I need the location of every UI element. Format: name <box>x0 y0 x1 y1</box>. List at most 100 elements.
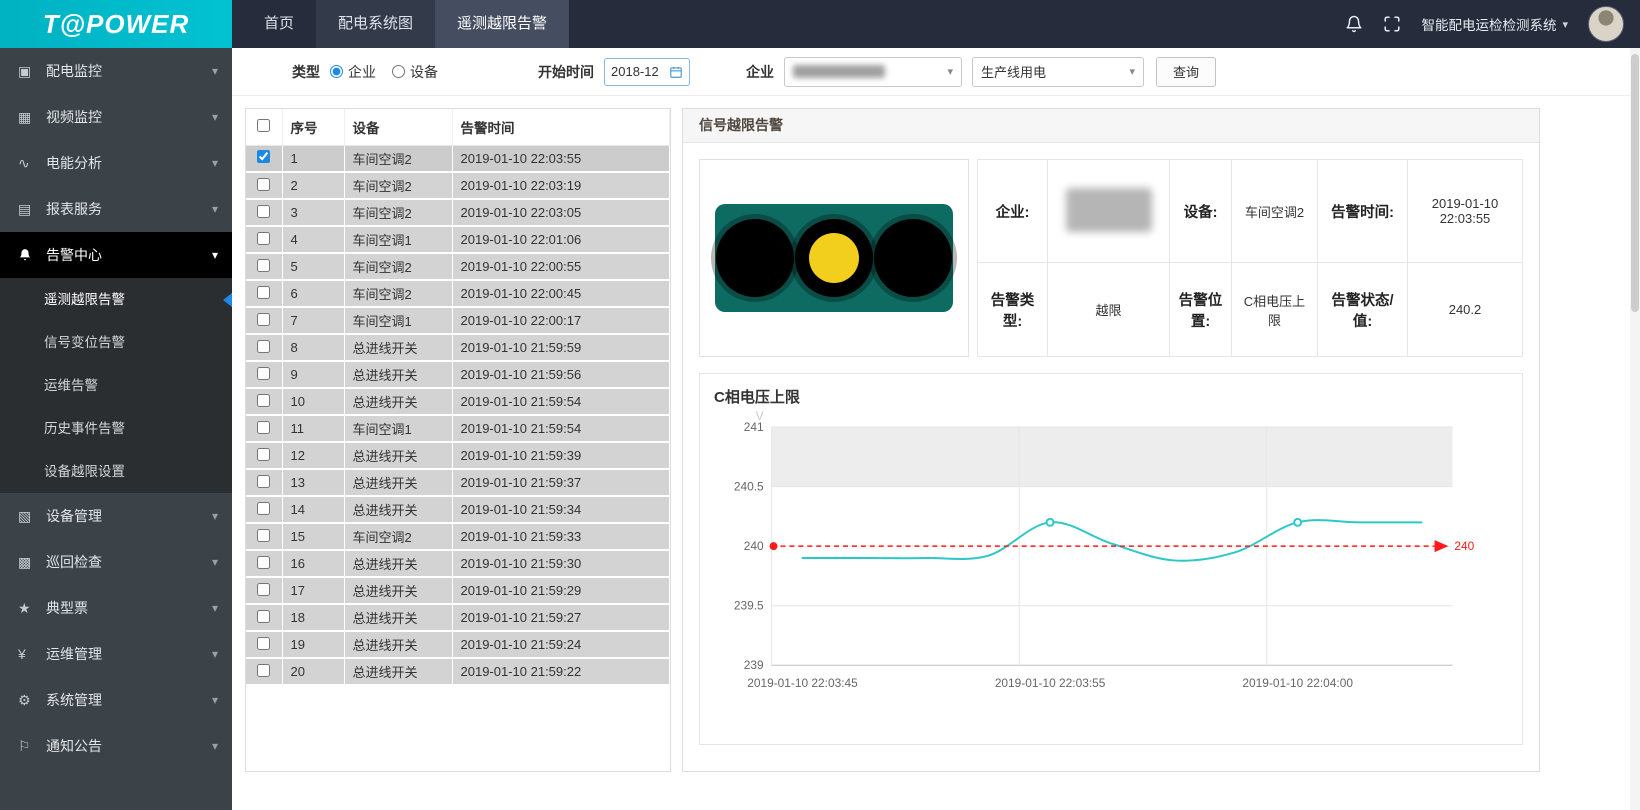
table-row[interactable]: 5 车间空调2 2019-01-10 22:00:55 <box>246 253 670 280</box>
calendar-icon[interactable] <box>669 65 683 79</box>
cell-no: 19 <box>282 631 344 658</box>
table-row[interactable]: 17 总进线开关 2019-01-10 21:59:29 <box>246 577 670 604</box>
fullscreen-icon[interactable] <box>1383 15 1401 33</box>
sidebar-item-notice[interactable]: ⚐ 通知公告 ▾ <box>0 723 232 769</box>
table-row[interactable]: 16 总进线开关 2019-01-10 21:59:30 <box>246 550 670 577</box>
row-checkbox[interactable] <box>257 367 270 380</box>
row-checkbox[interactable] <box>257 421 270 434</box>
table-row[interactable]: 1 车间空调2 2019-01-10 22:03:55 <box>246 145 670 172</box>
table-row[interactable]: 11 车间空调1 2019-01-10 21:59:54 <box>246 415 670 442</box>
sidebar-item-patrol-inspection[interactable]: ▩ 巡回检查 ▾ <box>0 539 232 585</box>
table-row[interactable]: 3 车间空调2 2019-01-10 22:03:05 <box>246 199 670 226</box>
sidebar-item-device-management[interactable]: ▧ 设备管理 ▾ <box>0 493 232 539</box>
query-button[interactable]: 查询 <box>1156 57 1216 87</box>
table-header-row: 序号 设备 告警时间 <box>246 109 670 145</box>
row-checkbox[interactable] <box>257 637 270 650</box>
cell-time: 2019-01-10 21:59:59 <box>452 334 670 361</box>
row-checkbox[interactable] <box>257 205 270 218</box>
table-row[interactable]: 10 总进线开关 2019-01-10 21:59:54 <box>246 388 670 415</box>
notification-bell-icon[interactable] <box>1345 15 1363 33</box>
type-radio-0[interactable]: 企业 <box>330 62 376 82</box>
row-checkbox[interactable] <box>257 232 270 245</box>
cell-time: 2019-01-10 22:03:05 <box>452 199 670 226</box>
svg-text:2019-01-10 22:04:00: 2019-01-10 22:04:00 <box>1242 676 1353 690</box>
start-time-input[interactable]: 2018-12 <box>604 58 690 86</box>
cell-no: 18 <box>282 604 344 631</box>
table-row[interactable]: 2 车间空调2 2019-01-10 22:03:19 <box>246 172 670 199</box>
row-checkbox[interactable] <box>257 583 270 596</box>
select-all-checkbox[interactable] <box>257 119 270 132</box>
cell-time: 2019-01-10 21:59:27 <box>452 604 670 631</box>
cell-no: 1 <box>282 145 344 172</box>
sidebar-item-alarm-center[interactable]: 告警中心 ▾ <box>0 232 232 278</box>
row-checkbox[interactable] <box>257 313 270 326</box>
chevron-down-icon: ▾ <box>212 110 218 124</box>
chevron-down-icon: ▾ <box>212 555 218 569</box>
row-checkbox[interactable] <box>257 340 270 353</box>
row-checkbox[interactable] <box>257 178 270 191</box>
sidebar-item-video-monitor[interactable]: ▦ 视频监控 ▾ <box>0 94 232 140</box>
type-radio-input-1[interactable] <box>392 65 405 78</box>
nav-tab-0[interactable]: 首页 <box>242 0 316 48</box>
monitor-icon: ▣ <box>18 63 44 80</box>
sidebar-item-energy-analysis[interactable]: ∿ 电能分析 ▾ <box>0 140 232 186</box>
row-checkbox[interactable] <box>257 529 270 542</box>
table-row[interactable]: 7 车间空调1 2019-01-10 22:00:17 <box>246 307 670 334</box>
line-select[interactable]: 生产线用电 ▾ <box>972 57 1144 87</box>
user-avatar[interactable] <box>1588 6 1624 42</box>
app-root: T@POWER 首页配电系统图遥测越限告警 智能配电运检检测系统 ▾ ▣ 配电监… <box>0 0 1640 810</box>
sidebar-subitem-telemetry-limit-alarm[interactable]: 遥测越限告警 <box>0 278 232 321</box>
row-checkbox[interactable] <box>257 150 270 163</box>
page-scrollbar[interactable] <box>1630 48 1640 810</box>
type-radio-1[interactable]: 设备 <box>392 62 438 82</box>
type-radio-input-0[interactable] <box>330 65 343 78</box>
sidebar-subitem-history-event-alarm[interactable]: 历史事件告警 <box>0 407 232 450</box>
system-title-text: 智能配电运检检测系统 <box>1421 14 1556 34</box>
sidebar-subitem-ops-alarm[interactable]: 运维告警 <box>0 364 232 407</box>
row-checkbox[interactable] <box>257 502 270 515</box>
cell-no: 14 <box>282 496 344 523</box>
row-checkbox[interactable] <box>257 259 270 272</box>
system-title-dropdown[interactable]: 智能配电运检检测系统 ▾ <box>1421 14 1568 34</box>
row-checkbox[interactable] <box>257 664 270 677</box>
scrollbar-thumb[interactable] <box>1631 54 1639 312</box>
detail-body: 企业: 设备: 车间空调2 告警时间: 2019-01-10 22:03:55 … <box>683 143 1539 761</box>
cell-time: 2019-01-10 21:59:24 <box>452 631 670 658</box>
table-row[interactable]: 4 车间空调1 2019-01-10 22:01:06 <box>246 226 670 253</box>
start-time-value: 2018-12 <box>611 64 659 79</box>
nav-tab-1[interactable]: 配电系统图 <box>316 0 435 48</box>
row-checkbox[interactable] <box>257 448 270 461</box>
table-row[interactable]: 19 总进线开关 2019-01-10 21:59:24 <box>246 631 670 658</box>
table-row[interactable]: 20 总进线开关 2019-01-10 21:59:22 <box>246 658 670 685</box>
row-checkbox[interactable] <box>257 475 270 488</box>
row-checkbox[interactable] <box>257 610 270 623</box>
sidebar-menu: ▣ 配电监控 ▾ ▦ 视频监控 ▾ ∿ 电能分析 ▾ ▤ 报表服务 ▾ 告警中心… <box>0 48 232 769</box>
device-info-value: 车间空调2 <box>1232 160 1318 263</box>
table-row[interactable]: 13 总进线开关 2019-01-10 21:59:37 <box>246 469 670 496</box>
row-checkbox[interactable] <box>257 286 270 299</box>
sidebar-item-distribution-monitor[interactable]: ▣ 配电监控 ▾ <box>0 48 232 94</box>
table-row[interactable]: 6 车间空调2 2019-01-10 22:00:45 <box>246 280 670 307</box>
cell-device: 车间空调2 <box>344 253 452 280</box>
table-row[interactable]: 18 总进线开关 2019-01-10 21:59:27 <box>246 604 670 631</box>
company-select[interactable]: ▾ <box>784 57 962 87</box>
sidebar-item-report-service[interactable]: ▤ 报表服务 ▾ <box>0 186 232 232</box>
row-checkbox[interactable] <box>257 556 270 569</box>
table-row[interactable]: 9 总进线开关 2019-01-10 21:59:56 <box>246 361 670 388</box>
svg-text:240: 240 <box>744 539 764 553</box>
table-row[interactable]: 12 总进线开关 2019-01-10 21:59:39 <box>246 442 670 469</box>
row-checkbox[interactable] <box>257 394 270 407</box>
sidebar-item-ops-management[interactable]: ¥ 运维管理 ▾ <box>0 631 232 677</box>
cell-no: 2 <box>282 172 344 199</box>
table-row[interactable]: 15 车间空调2 2019-01-10 21:59:33 <box>246 523 670 550</box>
alarm-list-panel: 序号 设备 告警时间 1 车间空调2 2019-01-10 22:03:55 2… <box>245 108 671 772</box>
cell-no: 4 <box>282 226 344 253</box>
sidebar-item-system-management[interactable]: ⚙ 系统管理 ▾ <box>0 677 232 723</box>
sidebar-subitem-signal-change-alarm[interactable]: 信号变位告警 <box>0 321 232 364</box>
table-row[interactable]: 14 总进线开关 2019-01-10 21:59:34 <box>246 496 670 523</box>
sidebar-subitem-device-limit-setting[interactable]: 设备越限设置 <box>0 450 232 493</box>
sidebar-item-typical-ticket[interactable]: ★ 典型票 ▾ <box>0 585 232 631</box>
table-row[interactable]: 8 总进线开关 2019-01-10 21:59:59 <box>246 334 670 361</box>
nav-tab-2[interactable]: 遥测越限告警 <box>435 0 569 48</box>
cell-no: 9 <box>282 361 344 388</box>
